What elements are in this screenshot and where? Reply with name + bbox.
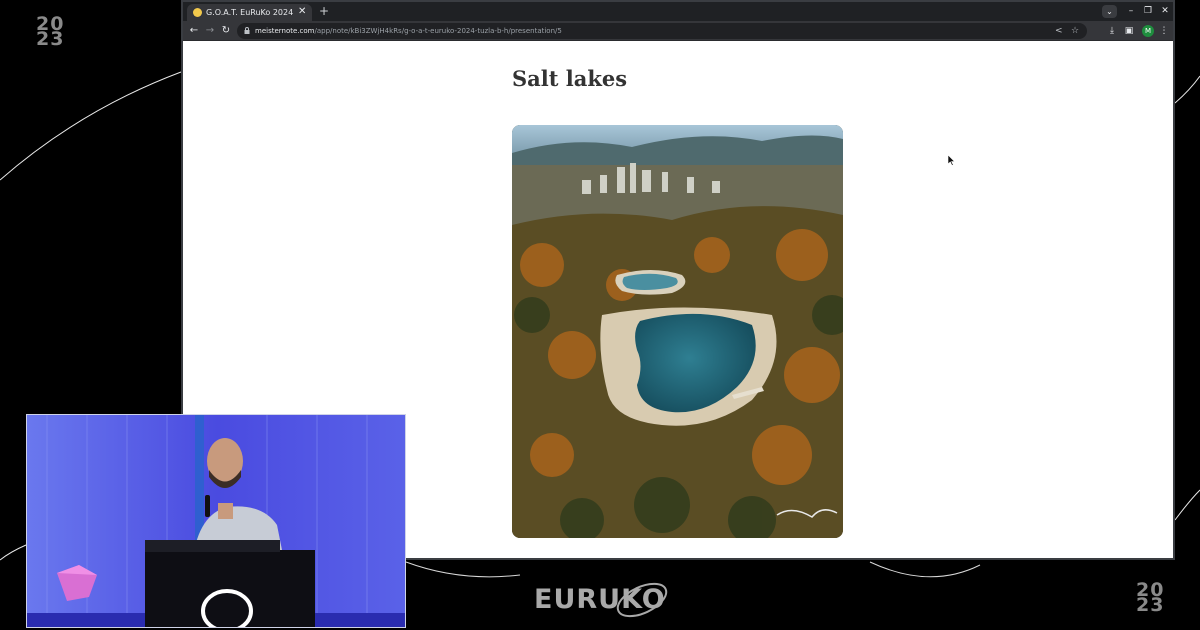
- tab-strip: G.O.A.T. EuRuKo 2024 @T ✕ + ⌄ – ❐ ✕: [183, 2, 1173, 21]
- aerial-lake-photo: [512, 125, 843, 538]
- conference-logo: EURUKO: [530, 578, 675, 622]
- address-bar[interactable]: meisternote.com/app/note/kBi3ZWjH4kRs/g-…: [237, 23, 1087, 39]
- url-text: meisternote.com/app/note/kBi3ZWjH4kRs/g-…: [255, 27, 562, 35]
- mouse-pointer-icon: [948, 155, 956, 166]
- lock-icon: [244, 27, 250, 34]
- speaker-video: [26, 414, 406, 628]
- tab-title: G.O.A.T. EuRuKo 2024 @T: [206, 8, 294, 17]
- window-close-icon[interactable]: ✕: [1159, 5, 1171, 17]
- reload-icon[interactable]: ↻: [219, 24, 233, 38]
- tab-search-chevron-down-icon[interactable]: ⌄: [1102, 5, 1117, 18]
- slide-title: Salt lakes: [512, 66, 628, 91]
- photo-illustration: [512, 125, 843, 538]
- profile-avatar[interactable]: M: [1142, 25, 1154, 37]
- browser-tab[interactable]: G.O.A.T. EuRuKo 2024 @T ✕: [187, 4, 312, 21]
- side-panel-icon[interactable]: ▣: [1122, 24, 1136, 38]
- new-tab-plus-icon[interactable]: +: [319, 4, 329, 18]
- download-icon[interactable]: ⤓: [1105, 24, 1119, 38]
- logo-swoosh: [616, 582, 668, 618]
- back-arrow-icon[interactable]: ←: [187, 24, 201, 38]
- browser-toolbar: ← → ↻ meisternote.com/app/note/kBi3ZWjH4…: [183, 21, 1173, 41]
- tab-close-icon[interactable]: ✕: [298, 6, 306, 18]
- event-year-mark: 20 23: [36, 13, 65, 50]
- bookmark-star-icon[interactable]: ☆: [1071, 25, 1079, 37]
- forward-arrow-icon[interactable]: →: [203, 24, 217, 38]
- share-icon[interactable]: <: [1055, 25, 1063, 37]
- kebab-menu-icon[interactable]: ⋮: [1157, 24, 1171, 38]
- speaker-video-frame: [27, 415, 405, 627]
- restore-icon[interactable]: ❐: [1142, 5, 1154, 17]
- minimize-icon[interactable]: –: [1125, 5, 1137, 17]
- event-year-mark: 20 23: [1136, 579, 1165, 616]
- favicon-icon: [193, 8, 202, 17]
